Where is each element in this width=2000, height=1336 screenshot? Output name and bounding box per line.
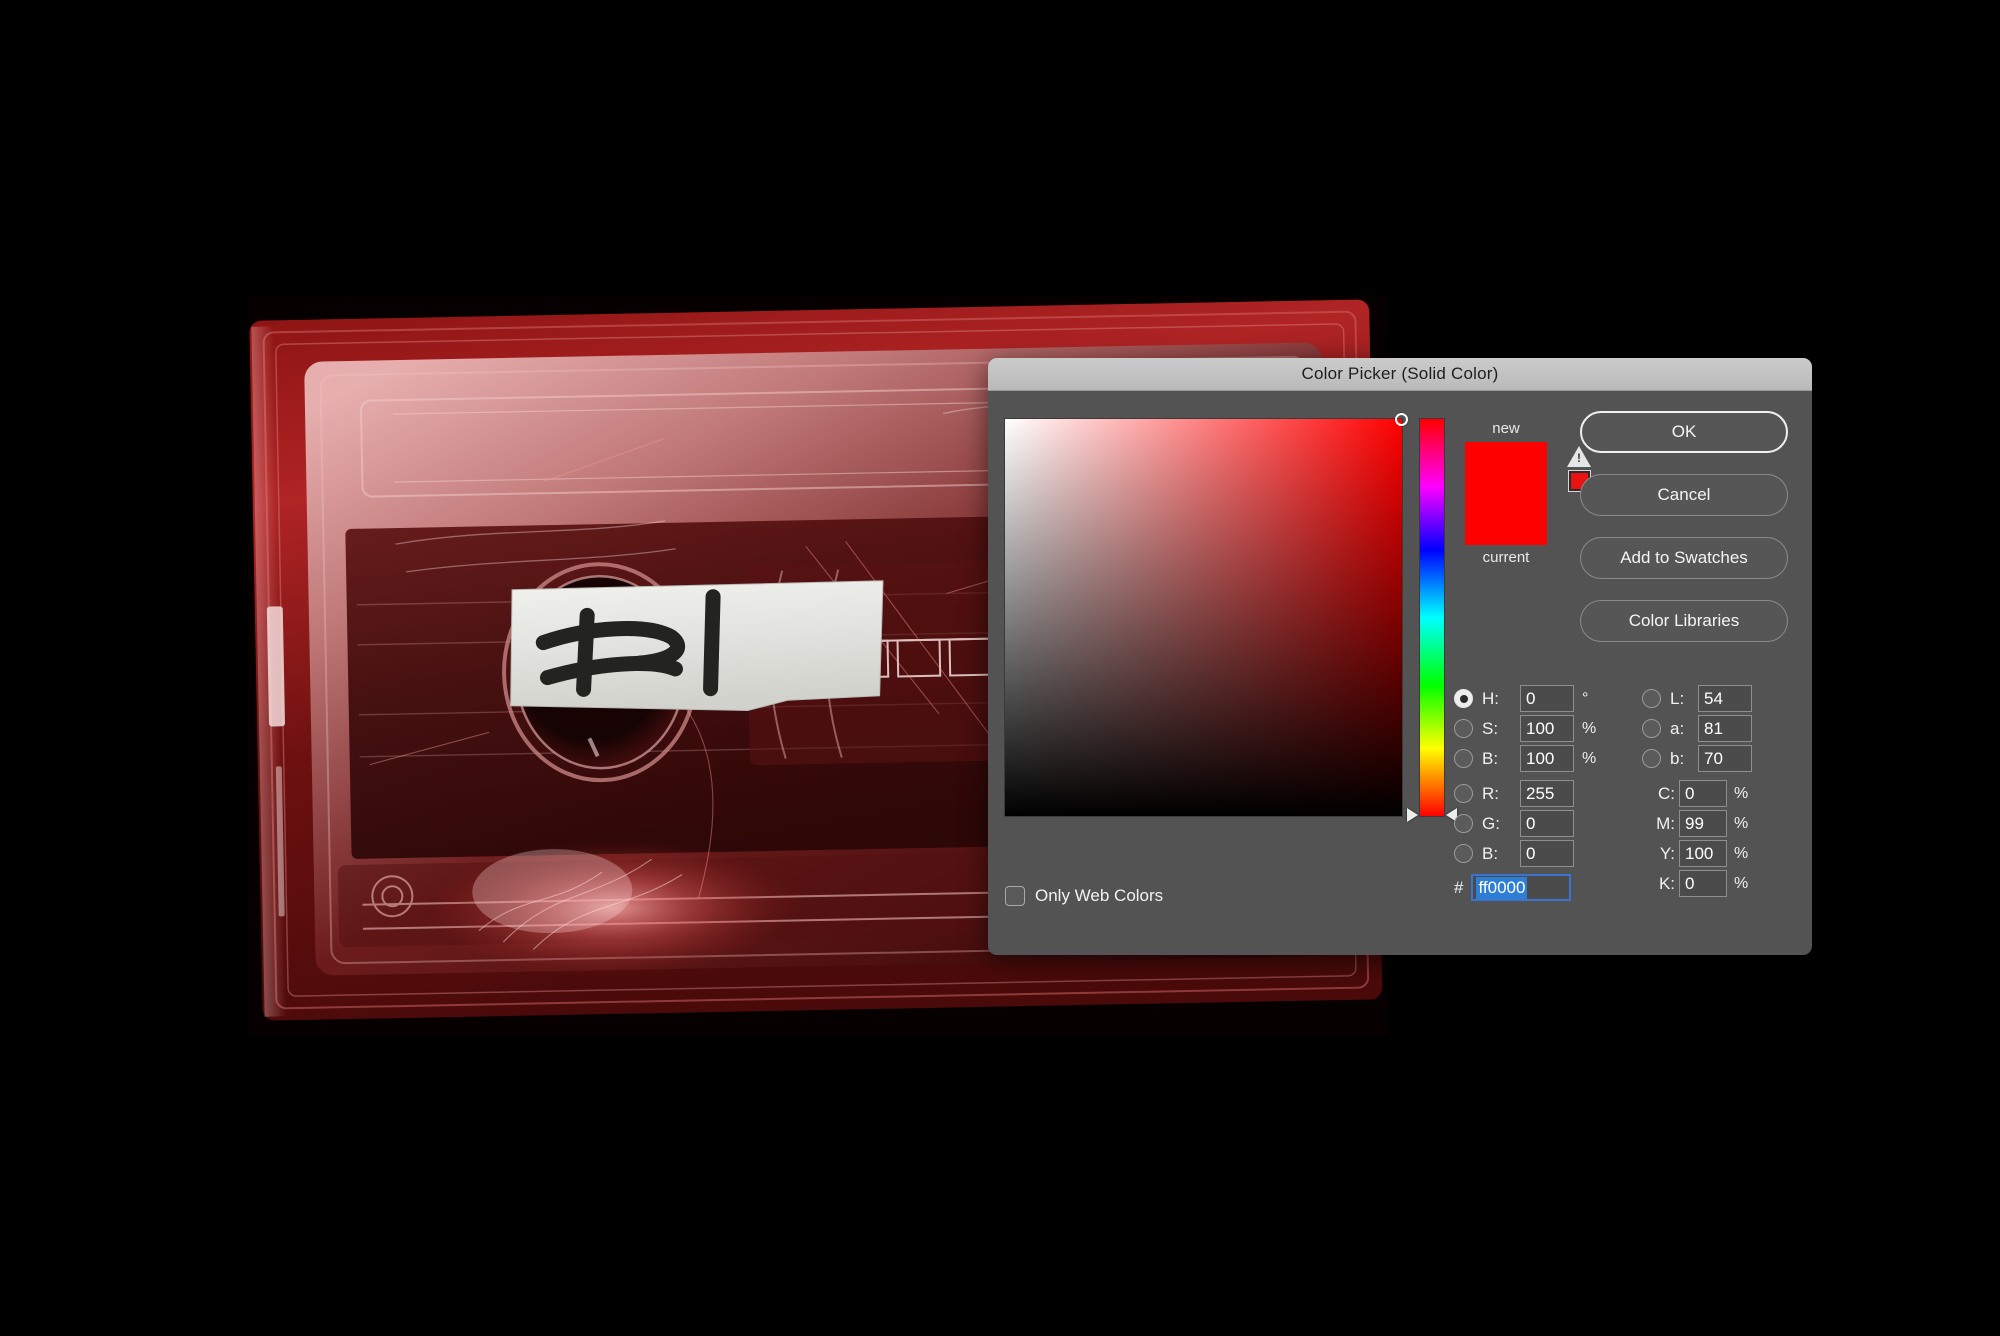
saturation-brightness-field[interactable] (1004, 413, 1408, 817)
only-web-colors-checkbox[interactable]: Only Web Colors (1005, 886, 1163, 906)
dialog-body: Only Web Colors new current ! OK Cancel … (988, 391, 1812, 955)
unit-brightness: % (1582, 749, 1597, 767)
label-cyan: C: (1658, 783, 1675, 803)
dialog-buttons: OK Cancel Add to Swatches Color Librarie… (1580, 411, 1788, 663)
radio-lightness[interactable] (1642, 689, 1661, 708)
hex-input[interactable]: ff0000 (1471, 874, 1572, 901)
label-magenta: M: (1656, 813, 1675, 833)
label-lab-b: b: (1670, 748, 1685, 768)
hex-field-row[interactable]: # ff0000 (1454, 874, 1572, 901)
field-row-green[interactable]: G: 0 (1454, 809, 1574, 838)
new-color-label: new (1492, 420, 1520, 437)
input-magenta[interactable]: 99 (1679, 810, 1727, 837)
dialog-title: Color Picker (Solid Color) (1301, 364, 1499, 383)
label-blue: B: (1482, 843, 1499, 863)
input-lightness[interactable]: 54 (1698, 685, 1752, 712)
label-yellow: Y: (1659, 843, 1675, 863)
field-row-red[interactable]: R: 255 (1454, 779, 1574, 808)
label-hue: H: (1482, 688, 1499, 708)
only-web-colors-label: Only Web Colors (1035, 886, 1164, 905)
field-row-black[interactable]: K: 0 % (1642, 869, 1748, 898)
input-green[interactable]: 0 (1520, 810, 1574, 837)
label-lightness: L: (1670, 688, 1685, 708)
hue-spectrum-strip[interactable] (1419, 418, 1445, 817)
unit-cyan: % (1734, 784, 1749, 802)
add-to-swatches-button[interactable]: Add to Swatches (1580, 537, 1788, 579)
radio-blue[interactable] (1454, 844, 1473, 863)
label-lab-a: a: (1670, 718, 1685, 738)
unit-black: % (1734, 874, 1749, 892)
input-brightness[interactable]: 100 (1520, 745, 1574, 772)
dialog-titlebar[interactable]: Color Picker (Solid Color) (988, 358, 1812, 391)
input-blue[interactable]: 0 (1520, 840, 1574, 867)
field-row-cyan[interactable]: C: 0 % (1642, 779, 1748, 808)
hue-slider[interactable] (1407, 418, 1457, 822)
field-row-blue[interactable]: B: 0 (1454, 839, 1574, 868)
radio-saturation[interactable] (1454, 719, 1473, 738)
cancel-button[interactable]: Cancel (1580, 474, 1788, 516)
radio-green[interactable] (1454, 814, 1473, 833)
unit-saturation: % (1582, 719, 1597, 737)
hue-marker-left-icon[interactable] (1407, 808, 1418, 822)
sb-cursor-ring[interactable] (1395, 413, 1408, 426)
field-row-hue[interactable]: H: 0 ° (1454, 684, 1588, 713)
label-green: G: (1482, 813, 1500, 833)
radio-hue[interactable] (1454, 689, 1473, 708)
input-saturation[interactable]: 100 (1520, 715, 1574, 742)
input-black[interactable]: 0 (1679, 870, 1727, 897)
unit-magenta: % (1734, 814, 1749, 832)
color-libraries-button[interactable]: Color Libraries (1580, 600, 1788, 642)
screen: Color Picker (Solid Color) Only Web Colo… (0, 0, 2000, 1336)
input-red[interactable]: 255 (1520, 780, 1574, 807)
label-red: R: (1482, 783, 1499, 803)
color-picker-dialog: Color Picker (Solid Color) Only Web Colo… (988, 358, 1812, 955)
field-row-yellow[interactable]: Y: 100 % (1642, 839, 1748, 868)
radio-lab-b[interactable] (1642, 749, 1661, 768)
new-current-color-chip[interactable] (1465, 442, 1547, 545)
label-black: K: (1658, 873, 1675, 893)
field-row-lab-b[interactable]: b: 70 (1642, 744, 1752, 773)
input-hue[interactable]: 0 (1520, 685, 1574, 712)
hex-input-value: ff0000 (1476, 876, 1528, 899)
checkbox-box-icon[interactable] (1005, 886, 1025, 906)
field-row-saturation[interactable]: S: 100 % (1454, 714, 1596, 743)
radio-lab-a[interactable] (1642, 719, 1661, 738)
input-lab-a[interactable]: 81 (1698, 715, 1752, 742)
input-lab-b[interactable]: 70 (1698, 745, 1752, 772)
field-row-lightness[interactable]: L: 54 (1642, 684, 1752, 713)
field-row-brightness[interactable]: B: 100 % (1454, 744, 1596, 773)
input-yellow[interactable]: 100 (1679, 840, 1727, 867)
unit-hue: ° (1582, 689, 1589, 707)
hex-prefix-label: # (1454, 877, 1464, 897)
input-cyan[interactable]: 0 (1679, 780, 1727, 807)
radio-red[interactable] (1454, 784, 1473, 803)
ok-button[interactable]: OK (1580, 411, 1788, 453)
radio-brightness[interactable] (1454, 749, 1473, 768)
color-preview: new current (1456, 419, 1556, 568)
field-row-lab-a[interactable]: a: 81 (1642, 714, 1752, 743)
unit-yellow: % (1734, 844, 1749, 862)
field-row-magenta[interactable]: M: 99 % (1642, 809, 1748, 838)
current-color-label: current (1482, 549, 1530, 566)
label-saturation: S: (1482, 718, 1499, 738)
label-brightness: B: (1482, 748, 1499, 768)
